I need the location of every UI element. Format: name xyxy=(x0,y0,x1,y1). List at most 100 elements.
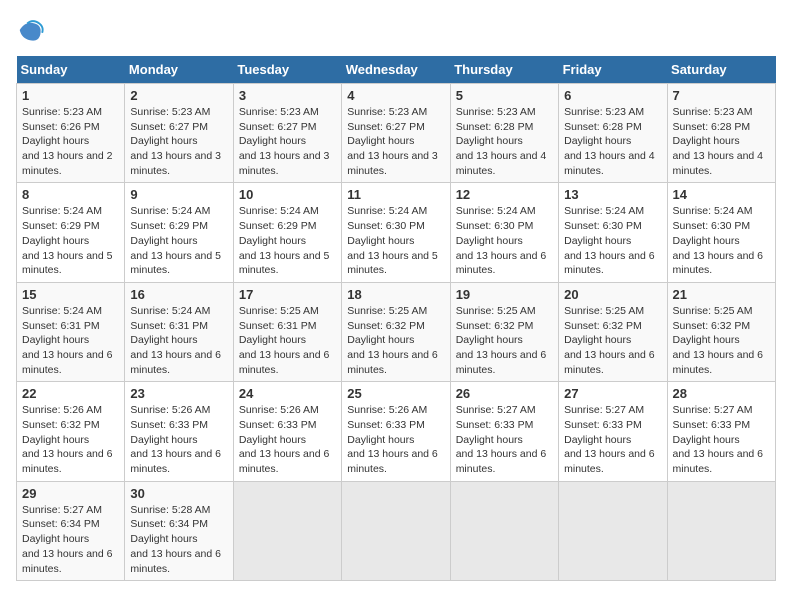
day-info: Sunrise: 5:24 AMSunset: 6:30 PMDaylight … xyxy=(347,204,444,277)
table-row: 19 Sunrise: 5:25 AMSunset: 6:32 PMDayligh… xyxy=(450,282,558,381)
day-info: Sunrise: 5:24 AMSunset: 6:31 PMDaylight … xyxy=(22,304,119,377)
day-number: 29 xyxy=(22,486,119,501)
day-number: 13 xyxy=(564,187,661,202)
table-row xyxy=(450,481,558,580)
day-number: 21 xyxy=(673,287,770,302)
day-number: 10 xyxy=(239,187,336,202)
table-row: 1 Sunrise: 5:23 AMSunset: 6:26 PMDaylight… xyxy=(17,84,125,183)
logo xyxy=(16,16,48,44)
day-number: 30 xyxy=(130,486,227,501)
day-info: Sunrise: 5:24 AMSunset: 6:29 PMDaylight … xyxy=(22,204,119,277)
day-number: 19 xyxy=(456,287,553,302)
table-row: 7Sunrise: 5:23 AMSunset: 6:28 PMDaylight… xyxy=(667,84,775,183)
day-number: 25 xyxy=(347,386,444,401)
calendar-row: 22 Sunrise: 5:26 AMSunset: 6:32 PMDayligh… xyxy=(17,382,776,481)
day-info: Sunrise: 5:24 AMSunset: 6:30 PMDaylight … xyxy=(564,204,661,277)
col-wednesday: Wednesday xyxy=(342,56,450,84)
day-info: Sunrise: 5:25 AMSunset: 6:32 PMDaylight … xyxy=(456,304,553,377)
day-number: 17 xyxy=(239,287,336,302)
table-row: 22 Sunrise: 5:26 AMSunset: 6:32 PMDayligh… xyxy=(17,382,125,481)
day-info: Sunrise: 5:25 AMSunset: 6:32 PMDaylight … xyxy=(347,304,444,377)
day-number: 4 xyxy=(347,88,444,103)
calendar-row: 8 Sunrise: 5:24 AMSunset: 6:29 PMDaylight… xyxy=(17,183,776,282)
col-friday: Friday xyxy=(559,56,667,84)
day-number: 3 xyxy=(239,88,336,103)
day-number: 18 xyxy=(347,287,444,302)
day-info: Sunrise: 5:23 AMSunset: 6:28 PMDaylight … xyxy=(456,105,553,178)
table-row: 15 Sunrise: 5:24 AMSunset: 6:31 PMDayligh… xyxy=(17,282,125,381)
table-row: 27Sunrise: 5:27 AMSunset: 6:33 PMDayligh… xyxy=(559,382,667,481)
col-sunday: Sunday xyxy=(17,56,125,84)
day-number: 11 xyxy=(347,187,444,202)
day-number: 14 xyxy=(673,187,770,202)
col-tuesday: Tuesday xyxy=(233,56,341,84)
table-row: 18 Sunrise: 5:25 AMSunset: 6:32 PMDayligh… xyxy=(342,282,450,381)
table-row: 11 Sunrise: 5:24 AMSunset: 6:30 PMDayligh… xyxy=(342,183,450,282)
table-row: 12 Sunrise: 5:24 AMSunset: 6:30 PMDayligh… xyxy=(450,183,558,282)
calendar-header-row: Sunday Monday Tuesday Wednesday Thursday… xyxy=(17,56,776,84)
day-number: 2 xyxy=(130,88,227,103)
day-number: 20 xyxy=(564,287,661,302)
day-info: Sunrise: 5:26 AMSunset: 6:33 PMDaylight … xyxy=(347,403,444,476)
day-number: 26 xyxy=(456,386,553,401)
day-info: Sunrise: 5:28 AMSunset: 6:34 PMDaylight … xyxy=(130,503,227,576)
table-row: 21 Sunrise: 5:25 AMSunset: 6:32 PMDayligh… xyxy=(667,282,775,381)
table-row: 17 Sunrise: 5:25 AMSunset: 6:31 PMDayligh… xyxy=(233,282,341,381)
day-number: 15 xyxy=(22,287,119,302)
day-info: Sunrise: 5:25 AMSunset: 6:32 PMDaylight … xyxy=(564,304,661,377)
table-row xyxy=(233,481,341,580)
table-row: 2 Sunrise: 5:23 AMSunset: 6:27 PMDaylight… xyxy=(125,84,233,183)
day-number: 7 xyxy=(673,88,770,103)
table-row: 9 Sunrise: 5:24 AMSunset: 6:29 PMDaylight… xyxy=(125,183,233,282)
day-info: Sunrise: 5:24 AMSunset: 6:31 PMDaylight … xyxy=(130,304,227,377)
day-number: 12 xyxy=(456,187,553,202)
table-row: 29 Sunrise: 5:27 AMSunset: 6:34 PMDayligh… xyxy=(17,481,125,580)
day-info: Sunrise: 5:24 AMSunset: 6:29 PMDaylight … xyxy=(130,204,227,277)
day-number: 22 xyxy=(22,386,119,401)
day-info: Sunrise: 5:26 AMSunset: 6:33 PMDaylight … xyxy=(239,403,336,476)
calendar-body: 1 Sunrise: 5:23 AMSunset: 6:26 PMDaylight… xyxy=(17,84,776,581)
table-row: 26 Sunrise: 5:27 AMSunset: 6:33 PMDayligh… xyxy=(450,382,558,481)
table-row: 25 Sunrise: 5:26 AMSunset: 6:33 PMDayligh… xyxy=(342,382,450,481)
day-info: Sunrise: 5:25 AMSunset: 6:31 PMDaylight … xyxy=(239,304,336,377)
table-row: 30 Sunrise: 5:28 AMSunset: 6:34 PMDayligh… xyxy=(125,481,233,580)
day-number: 1 xyxy=(22,88,119,103)
day-number: 28 xyxy=(673,386,770,401)
day-info: Sunrise: 5:23 AMSunset: 6:27 PMDaylight … xyxy=(130,105,227,178)
day-info: Sunrise: 5:27 AMSunset: 6:33 PMDaylight … xyxy=(456,403,553,476)
day-info: Sunrise: 5:24 AMSunset: 6:29 PMDaylight … xyxy=(239,204,336,277)
calendar-row: 29 Sunrise: 5:27 AMSunset: 6:34 PMDayligh… xyxy=(17,481,776,580)
day-info: Sunrise: 5:23 AMSunset: 6:27 PMDaylight … xyxy=(347,105,444,178)
day-number: 6 xyxy=(564,88,661,103)
day-info: Sunrise: 5:23 AMSunset: 6:26 PMDaylight … xyxy=(22,105,119,178)
table-row: 5Sunrise: 5:23 AMSunset: 6:28 PMDaylight… xyxy=(450,84,558,183)
day-number: 24 xyxy=(239,386,336,401)
col-monday: Monday xyxy=(125,56,233,84)
day-number: 9 xyxy=(130,187,227,202)
logo-icon xyxy=(16,16,44,44)
day-number: 8 xyxy=(22,187,119,202)
table-row: 13 Sunrise: 5:24 AMSunset: 6:30 PMDayligh… xyxy=(559,183,667,282)
day-info: Sunrise: 5:24 AMSunset: 6:30 PMDaylight … xyxy=(456,204,553,277)
table-row: 8 Sunrise: 5:24 AMSunset: 6:29 PMDaylight… xyxy=(17,183,125,282)
day-info: Sunrise: 5:26 AMSunset: 6:32 PMDaylight … xyxy=(22,403,119,476)
day-info: Sunrise: 5:23 AMSunset: 6:27 PMDaylight … xyxy=(239,105,336,178)
col-thursday: Thursday xyxy=(450,56,558,84)
table-row: 16Sunrise: 5:24 AMSunset: 6:31 PMDayligh… xyxy=(125,282,233,381)
table-row: 28 Sunrise: 5:27 AMSunset: 6:33 PMDayligh… xyxy=(667,382,775,481)
calendar-row: 1 Sunrise: 5:23 AMSunset: 6:26 PMDaylight… xyxy=(17,84,776,183)
day-info: Sunrise: 5:27 AMSunset: 6:33 PMDaylight … xyxy=(673,403,770,476)
day-info: Sunrise: 5:24 AMSunset: 6:30 PMDaylight … xyxy=(673,204,770,277)
calendar-row: 15 Sunrise: 5:24 AMSunset: 6:31 PMDayligh… xyxy=(17,282,776,381)
day-info: Sunrise: 5:27 AMSunset: 6:34 PMDaylight … xyxy=(22,503,119,576)
day-info: Sunrise: 5:23 AMSunset: 6:28 PMDaylight … xyxy=(564,105,661,178)
page-header xyxy=(16,16,776,44)
table-row xyxy=(342,481,450,580)
calendar-table: Sunday Monday Tuesday Wednesday Thursday… xyxy=(16,56,776,581)
day-info: Sunrise: 5:27 AMSunset: 6:33 PMDaylight … xyxy=(564,403,661,476)
col-saturday: Saturday xyxy=(667,56,775,84)
table-row: 24 Sunrise: 5:26 AMSunset: 6:33 PMDayligh… xyxy=(233,382,341,481)
table-row: 4 Sunrise: 5:23 AMSunset: 6:27 PMDaylight… xyxy=(342,84,450,183)
day-info: Sunrise: 5:25 AMSunset: 6:32 PMDaylight … xyxy=(673,304,770,377)
table-row xyxy=(667,481,775,580)
